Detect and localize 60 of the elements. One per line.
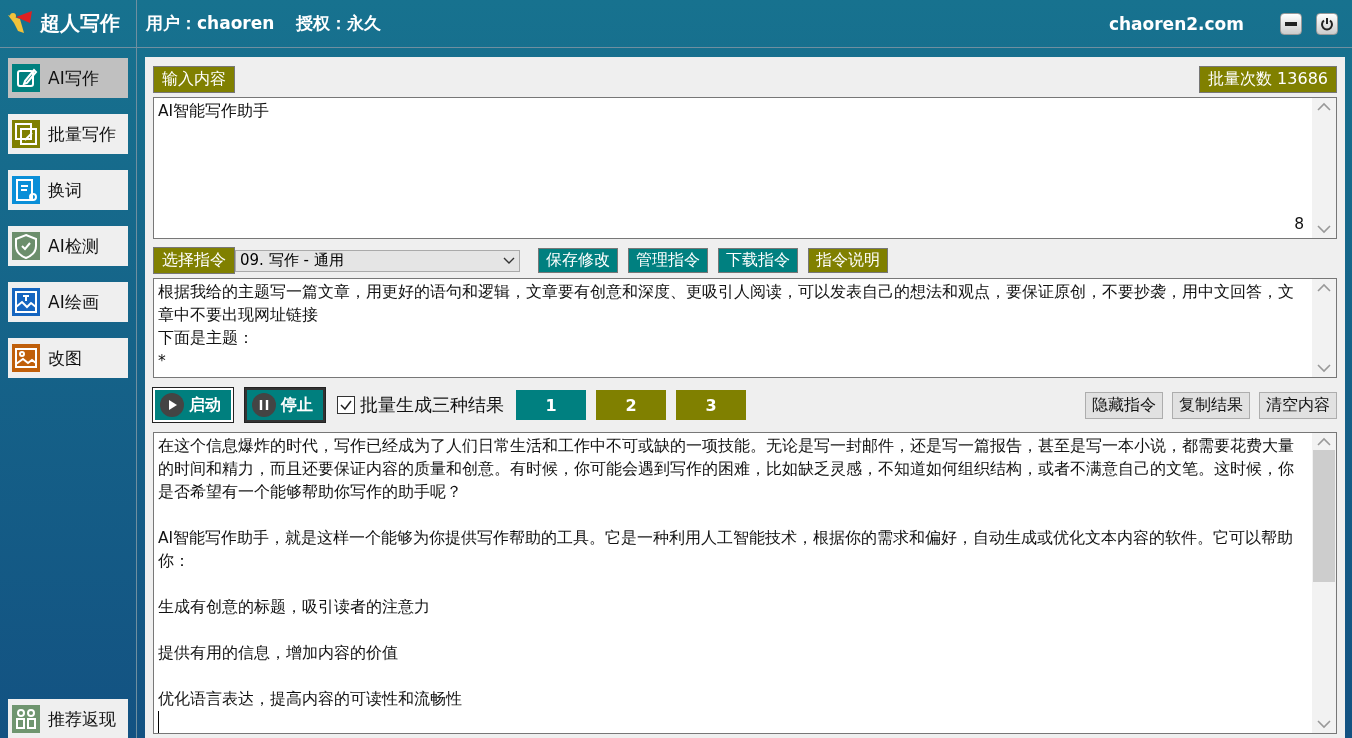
output-paragraph: 生成有创意的标题，吸引读者的注意力 <box>158 597 431 618</box>
output-paragraph: 提供有用的信息，增加内容的价值 <box>158 643 399 664</box>
scrollbar[interactable] <box>1312 279 1336 377</box>
play-icon <box>160 393 184 417</box>
sidebar-item[interactable]: AI写作 <box>8 58 128 98</box>
action-button[interactable]: 复制结果 <box>1172 391 1250 419</box>
sidebar-item[interactable]: 改图 <box>8 338 128 378</box>
pause-icon <box>252 393 276 417</box>
result-tab[interactable]: 2 <box>596 390 666 420</box>
scrollbar[interactable] <box>1312 98 1336 238</box>
batch-checkbox[interactable] <box>337 396 355 414</box>
input-text: AI智能写作助手 <box>158 101 271 122</box>
input-label: 输入内容 <box>153 66 235 93</box>
sidebar-item[interactable]: 换词 <box>8 170 128 210</box>
sidebar-item[interactable]: AI检测 <box>8 226 128 266</box>
start-button[interactable]: 启动 <box>153 388 233 422</box>
command-button[interactable]: 管理指令 <box>628 248 708 273</box>
scroll-down-icon[interactable] <box>1317 225 1331 234</box>
action-button[interactable]: 隐藏指令 <box>1085 391 1163 419</box>
scrollbar[interactable] <box>1312 433 1336 733</box>
app-title: 超人写作 <box>40 10 120 37</box>
input-text-area[interactable]: AI智能写作助手 8 <box>153 97 1337 239</box>
license-label: 授权：永久 <box>296 12 382 35</box>
website-link[interactable]: chaoren2.com <box>1108 13 1244 34</box>
command-button[interactable]: 保存修改 <box>538 248 618 273</box>
output-paragraph: 在这个信息爆炸的时代，写作已经成为了人们日常生活和工作中不可或缺的一项技能。无论是写一封邮件，还是写一篇报告，甚至是写一本小说，都需要花费大量的时间和精力，而且还要保证内容的质量和创意。有时候，你可能会遇到写作的困难，比如缺乏灵感，不知道如何组织结构，或者不满意自己的文笔。这时候，你是否希望有一个能够帮助你写作的助手呢？ <box>158 436 1295 503</box>
sidebar-item[interactable]: 批量写作 <box>8 114 128 154</box>
batch-count: 批量次数 13686 <box>1199 66 1337 93</box>
scroll-down-icon[interactable] <box>1317 364 1331 373</box>
sidebar-item[interactable]: AI绘画 <box>8 282 128 322</box>
command-button[interactable]: 指令说明 <box>808 248 888 273</box>
prompt-line: 下面是主题： <box>158 328 255 349</box>
char-count: 8 <box>1294 214 1304 235</box>
command-button[interactable]: 下载指令 <box>718 248 798 273</box>
prompt-line: 根据我给的主题写一篇文章，用更好的语句和逻辑，文章要有创意和深度、更吸引人阅读，可以发表自己的想法和观点，要保证原创，不要抄袭，用中文回答，文章中不要出现网址链接 <box>158 282 1295 326</box>
stop-button[interactable]: 停止 <box>245 388 325 422</box>
sidebar-item[interactable]: 推荐返现 <box>8 699 128 738</box>
power-button[interactable] <box>1316 12 1338 35</box>
scroll-up-icon[interactable] <box>1317 437 1331 446</box>
select-command-label: 选择指令 <box>153 247 235 274</box>
scrollbar-thumb[interactable] <box>1313 450 1335 582</box>
minus-icon <box>1285 21 1297 26</box>
minimize-button[interactable] <box>1280 12 1302 35</box>
output-paragraph: 优化语言表达，提高内容的可读性和流畅性 <box>158 689 463 710</box>
action-button[interactable]: 清空内容 <box>1259 391 1337 419</box>
prompt-line: * <box>158 351 167 372</box>
text-cursor <box>158 711 159 733</box>
scroll-up-icon[interactable] <box>1317 102 1331 111</box>
scroll-down-icon[interactable] <box>1317 720 1331 729</box>
chevron-down-icon <box>503 256 515 265</box>
command-dropdown[interactable]: 09. 写作 - 通用 <box>235 249 520 272</box>
output-paragraph: AI智能写作助手，就是这样一个能够为你提供写作帮助的工具。它是一种利用人工智能技术，根据你的需求和偏好，自动生成或优化文本内容的软件。它可以帮助你： <box>158 528 1295 572</box>
prompt-text-area[interactable]: 根据我给的主题写一篇文章，用更好的语句和逻辑，文章要有创意和深度、更吸引人阅读，可以发表自己的想法和观点，要保证原创，不要抄袭，用中文回答，文章中不要出现网址链接 下面是主题： * <box>153 278 1337 378</box>
scroll-up-icon[interactable] <box>1317 283 1331 292</box>
result-tab[interactable]: 1 <box>516 390 586 420</box>
output-text-area[interactable] <box>153 432 1337 734</box>
batch-checkbox-label: 批量生成三种结果 <box>360 393 504 417</box>
user-label: 用户：chaoren <box>146 12 275 35</box>
power-icon <box>1320 16 1334 31</box>
result-tab[interactable]: 3 <box>676 390 746 420</box>
